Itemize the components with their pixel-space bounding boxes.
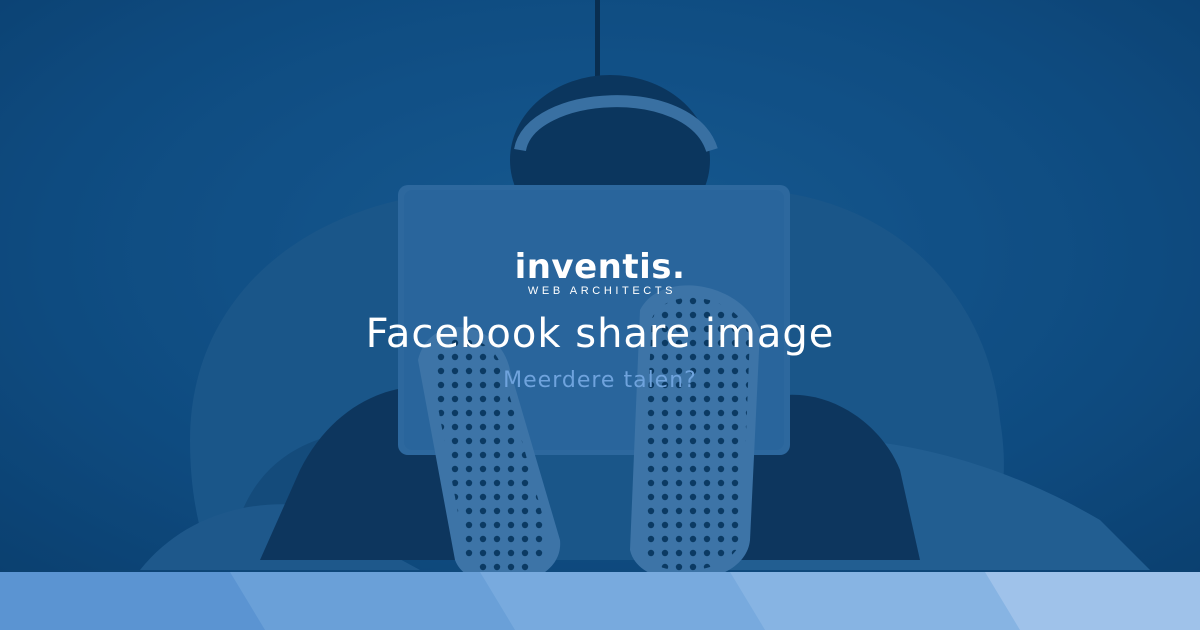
- footer-stripe-5: [985, 572, 1200, 630]
- footer-stripes: [0, 572, 1200, 630]
- page-title: Facebook share image: [365, 311, 835, 357]
- brand-logo: inventis. WEB ARCHITECTS: [0, 248, 1200, 298]
- brand-name: inventis.: [514, 247, 686, 287]
- page-subtitle: Meerdere talen?: [503, 368, 697, 393]
- share-image-canvas: inventis. WEB ARCHITECTS Facebook share …: [0, 0, 1200, 630]
- brand-tagline: WEB ARCHITECTS: [527, 285, 677, 297]
